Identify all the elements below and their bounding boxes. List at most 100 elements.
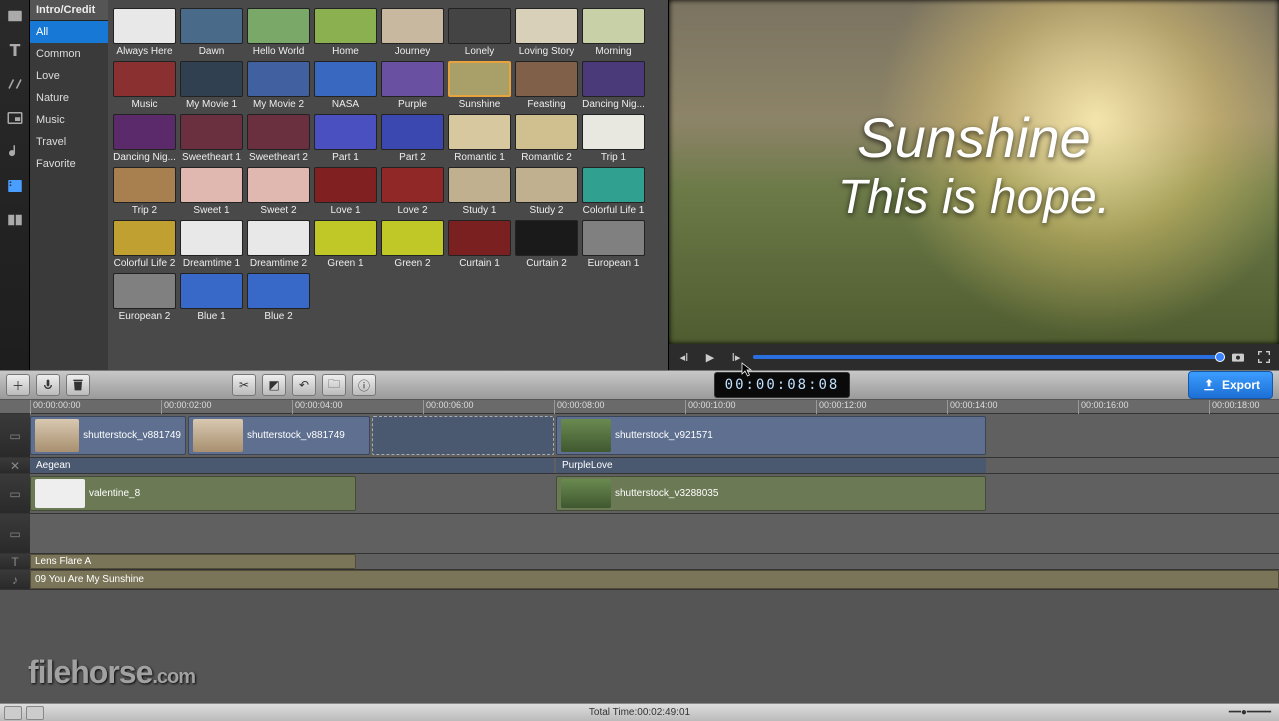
template-thumb[interactable]: Journey bbox=[380, 8, 445, 57]
template-thumb[interactable]: Dreamtime 1 bbox=[179, 220, 244, 269]
track-head-video[interactable]: ▭ bbox=[0, 414, 30, 457]
template-thumb[interactable]: European 1 bbox=[581, 220, 646, 269]
undo-button[interactable]: ↶ bbox=[292, 374, 316, 396]
template-thumb[interactable]: Loving Story bbox=[514, 8, 579, 57]
cut-button[interactable]: ✂ bbox=[232, 374, 256, 396]
ruler-mark: 00:00:08:00 bbox=[554, 400, 605, 414]
category-item[interactable]: Love bbox=[30, 65, 108, 87]
track-head-empty[interactable]: ▭ bbox=[0, 514, 30, 553]
zoom-slider[interactable]: ━━●━━━━ bbox=[1229, 707, 1271, 718]
archive-button[interactable]: 🗀 bbox=[322, 374, 346, 396]
effect-clip[interactable]: Aegean bbox=[30, 458, 554, 473]
media-icon[interactable] bbox=[5, 6, 25, 26]
template-thumb[interactable]: Sweet 1 bbox=[179, 167, 244, 216]
template-thumb[interactable]: Blue 1 bbox=[179, 273, 244, 322]
preview-scrubber[interactable] bbox=[753, 355, 1221, 359]
export-button[interactable]: Export bbox=[1188, 371, 1273, 399]
category-item[interactable]: Music bbox=[30, 109, 108, 131]
template-thumb[interactable]: Sweetheart 2 bbox=[246, 114, 311, 163]
info-button[interactable]: ⓘ bbox=[352, 374, 376, 396]
video-clip[interactable]: shutterstock_v881749 bbox=[30, 416, 186, 455]
track-head-music[interactable]: ♪ bbox=[0, 570, 30, 589]
total-time-label: Total Time:00:02:49:01 bbox=[589, 707, 690, 718]
template-thumb[interactable]: Trip 2 bbox=[112, 167, 177, 216]
prev-frame-button[interactable]: ◂Ⅰ bbox=[675, 348, 693, 366]
category-item[interactable]: Favorite bbox=[30, 153, 108, 175]
template-thumb[interactable]: Lonely bbox=[447, 8, 512, 57]
template-thumb[interactable]: Always Here bbox=[112, 8, 177, 57]
template-thumb[interactable]: European 2 bbox=[112, 273, 177, 322]
template-thumb[interactable]: Dawn bbox=[179, 8, 244, 57]
template-thumb[interactable]: Part 2 bbox=[380, 114, 445, 163]
track-head-pip[interactable]: ▭ bbox=[0, 474, 30, 513]
ruler-mark: 00:00:14:00 bbox=[947, 400, 998, 414]
category-item[interactable]: Common bbox=[30, 43, 108, 65]
template-thumb[interactable]: Music bbox=[112, 61, 177, 110]
template-thumb[interactable]: Sunshine bbox=[447, 61, 512, 110]
video-clip[interactable]: shutterstock_v881749 bbox=[188, 416, 370, 455]
preview-panel: Sunshine This is hope. ◂Ⅰ ▶ Ⅰ▸ bbox=[669, 0, 1279, 370]
track-head-text[interactable]: T bbox=[0, 554, 30, 569]
template-thumb[interactable]: Green 1 bbox=[313, 220, 378, 269]
crop-button[interactable]: ◩ bbox=[262, 374, 286, 396]
template-thumb[interactable]: Love 1 bbox=[313, 167, 378, 216]
template-thumb[interactable]: Romantic 2 bbox=[514, 114, 579, 163]
timeline-ruler[interactable]: 00:00:00:0000:00:02:0000:00:04:0000:00:0… bbox=[0, 400, 1279, 414]
pip-clip[interactable]: shutterstock_v3288035 bbox=[556, 476, 986, 511]
template-thumb[interactable]: My Movie 2 bbox=[246, 61, 311, 110]
record-voice-button[interactable] bbox=[36, 374, 60, 396]
intro-credit-icon[interactable] bbox=[5, 176, 25, 196]
layout-toggle-2[interactable] bbox=[26, 706, 44, 720]
template-thumb[interactable]: Trip 1 bbox=[581, 114, 646, 163]
add-media-button[interactable]: ＋ bbox=[6, 374, 30, 396]
template-thumb[interactable]: Study 1 bbox=[447, 167, 512, 216]
watermark: filehorse.com bbox=[28, 654, 195, 691]
video-clip[interactable]: shutterstock_v921571 bbox=[556, 416, 986, 455]
play-button[interactable]: ▶ bbox=[701, 348, 719, 366]
track-head-transition[interactable]: ✕ bbox=[0, 458, 30, 473]
text-icon[interactable] bbox=[5, 40, 25, 60]
template-thumb[interactable]: Green 2 bbox=[380, 220, 445, 269]
split-icon[interactable] bbox=[5, 210, 25, 230]
template-thumb[interactable]: Sweetheart 1 bbox=[179, 114, 244, 163]
template-thumb[interactable]: Dreamtime 2 bbox=[246, 220, 311, 269]
template-thumb[interactable]: Colorful Life 1 bbox=[581, 167, 646, 216]
music-clip[interactable]: 09 You Are My Sunshine bbox=[30, 570, 1279, 589]
template-thumb[interactable]: Hello World bbox=[246, 8, 311, 57]
effects-icon[interactable] bbox=[5, 74, 25, 94]
template-thumb[interactable]: Love 2 bbox=[380, 167, 445, 216]
template-thumb[interactable]: Curtain 2 bbox=[514, 220, 579, 269]
template-thumb[interactable]: Dancing Nig... bbox=[581, 61, 646, 110]
template-thumb[interactable]: Dancing Nig... bbox=[112, 114, 177, 163]
text-clip[interactable]: Lens Flare A bbox=[30, 554, 356, 569]
template-thumb[interactable]: Morning bbox=[581, 8, 646, 57]
template-thumb[interactable]: Romantic 1 bbox=[447, 114, 512, 163]
template-thumb[interactable]: Colorful Life 2 bbox=[112, 220, 177, 269]
pip-icon[interactable] bbox=[5, 108, 25, 128]
template-thumb[interactable]: Purple bbox=[380, 61, 445, 110]
audio-icon[interactable] bbox=[5, 142, 25, 162]
template-thumb[interactable]: Curtain 1 bbox=[447, 220, 512, 269]
category-item[interactable]: Travel bbox=[30, 131, 108, 153]
template-thumb[interactable]: NASA bbox=[313, 61, 378, 110]
template-thumb[interactable]: Study 2 bbox=[514, 167, 579, 216]
template-thumb[interactable]: Sweet 2 bbox=[246, 167, 311, 216]
template-thumb[interactable]: Blue 2 bbox=[246, 273, 311, 322]
next-frame-button[interactable]: Ⅰ▸ bbox=[727, 348, 745, 366]
template-thumb[interactable]: Feasting bbox=[514, 61, 579, 110]
timecode-display: 00:00:08:08 bbox=[714, 372, 851, 398]
delete-button[interactable] bbox=[66, 374, 90, 396]
ruler-mark: 00:00:10:00 bbox=[685, 400, 736, 414]
pip-clip[interactable]: valentine_8 bbox=[30, 476, 356, 511]
video-clip-placeholder[interactable] bbox=[372, 416, 554, 455]
category-item[interactable]: All bbox=[30, 21, 108, 43]
template-thumb[interactable]: Part 1 bbox=[313, 114, 378, 163]
template-thumb[interactable]: My Movie 1 bbox=[179, 61, 244, 110]
template-thumb[interactable]: Home bbox=[313, 8, 378, 57]
snapshot-button[interactable] bbox=[1229, 348, 1247, 366]
category-item[interactable]: Nature bbox=[30, 87, 108, 109]
preview-viewport[interactable]: Sunshine This is hope. bbox=[669, 0, 1279, 344]
fullscreen-button[interactable] bbox=[1255, 348, 1273, 366]
layout-toggle-1[interactable] bbox=[4, 706, 22, 720]
effect-clip[interactable]: PurpleLove bbox=[556, 458, 986, 473]
